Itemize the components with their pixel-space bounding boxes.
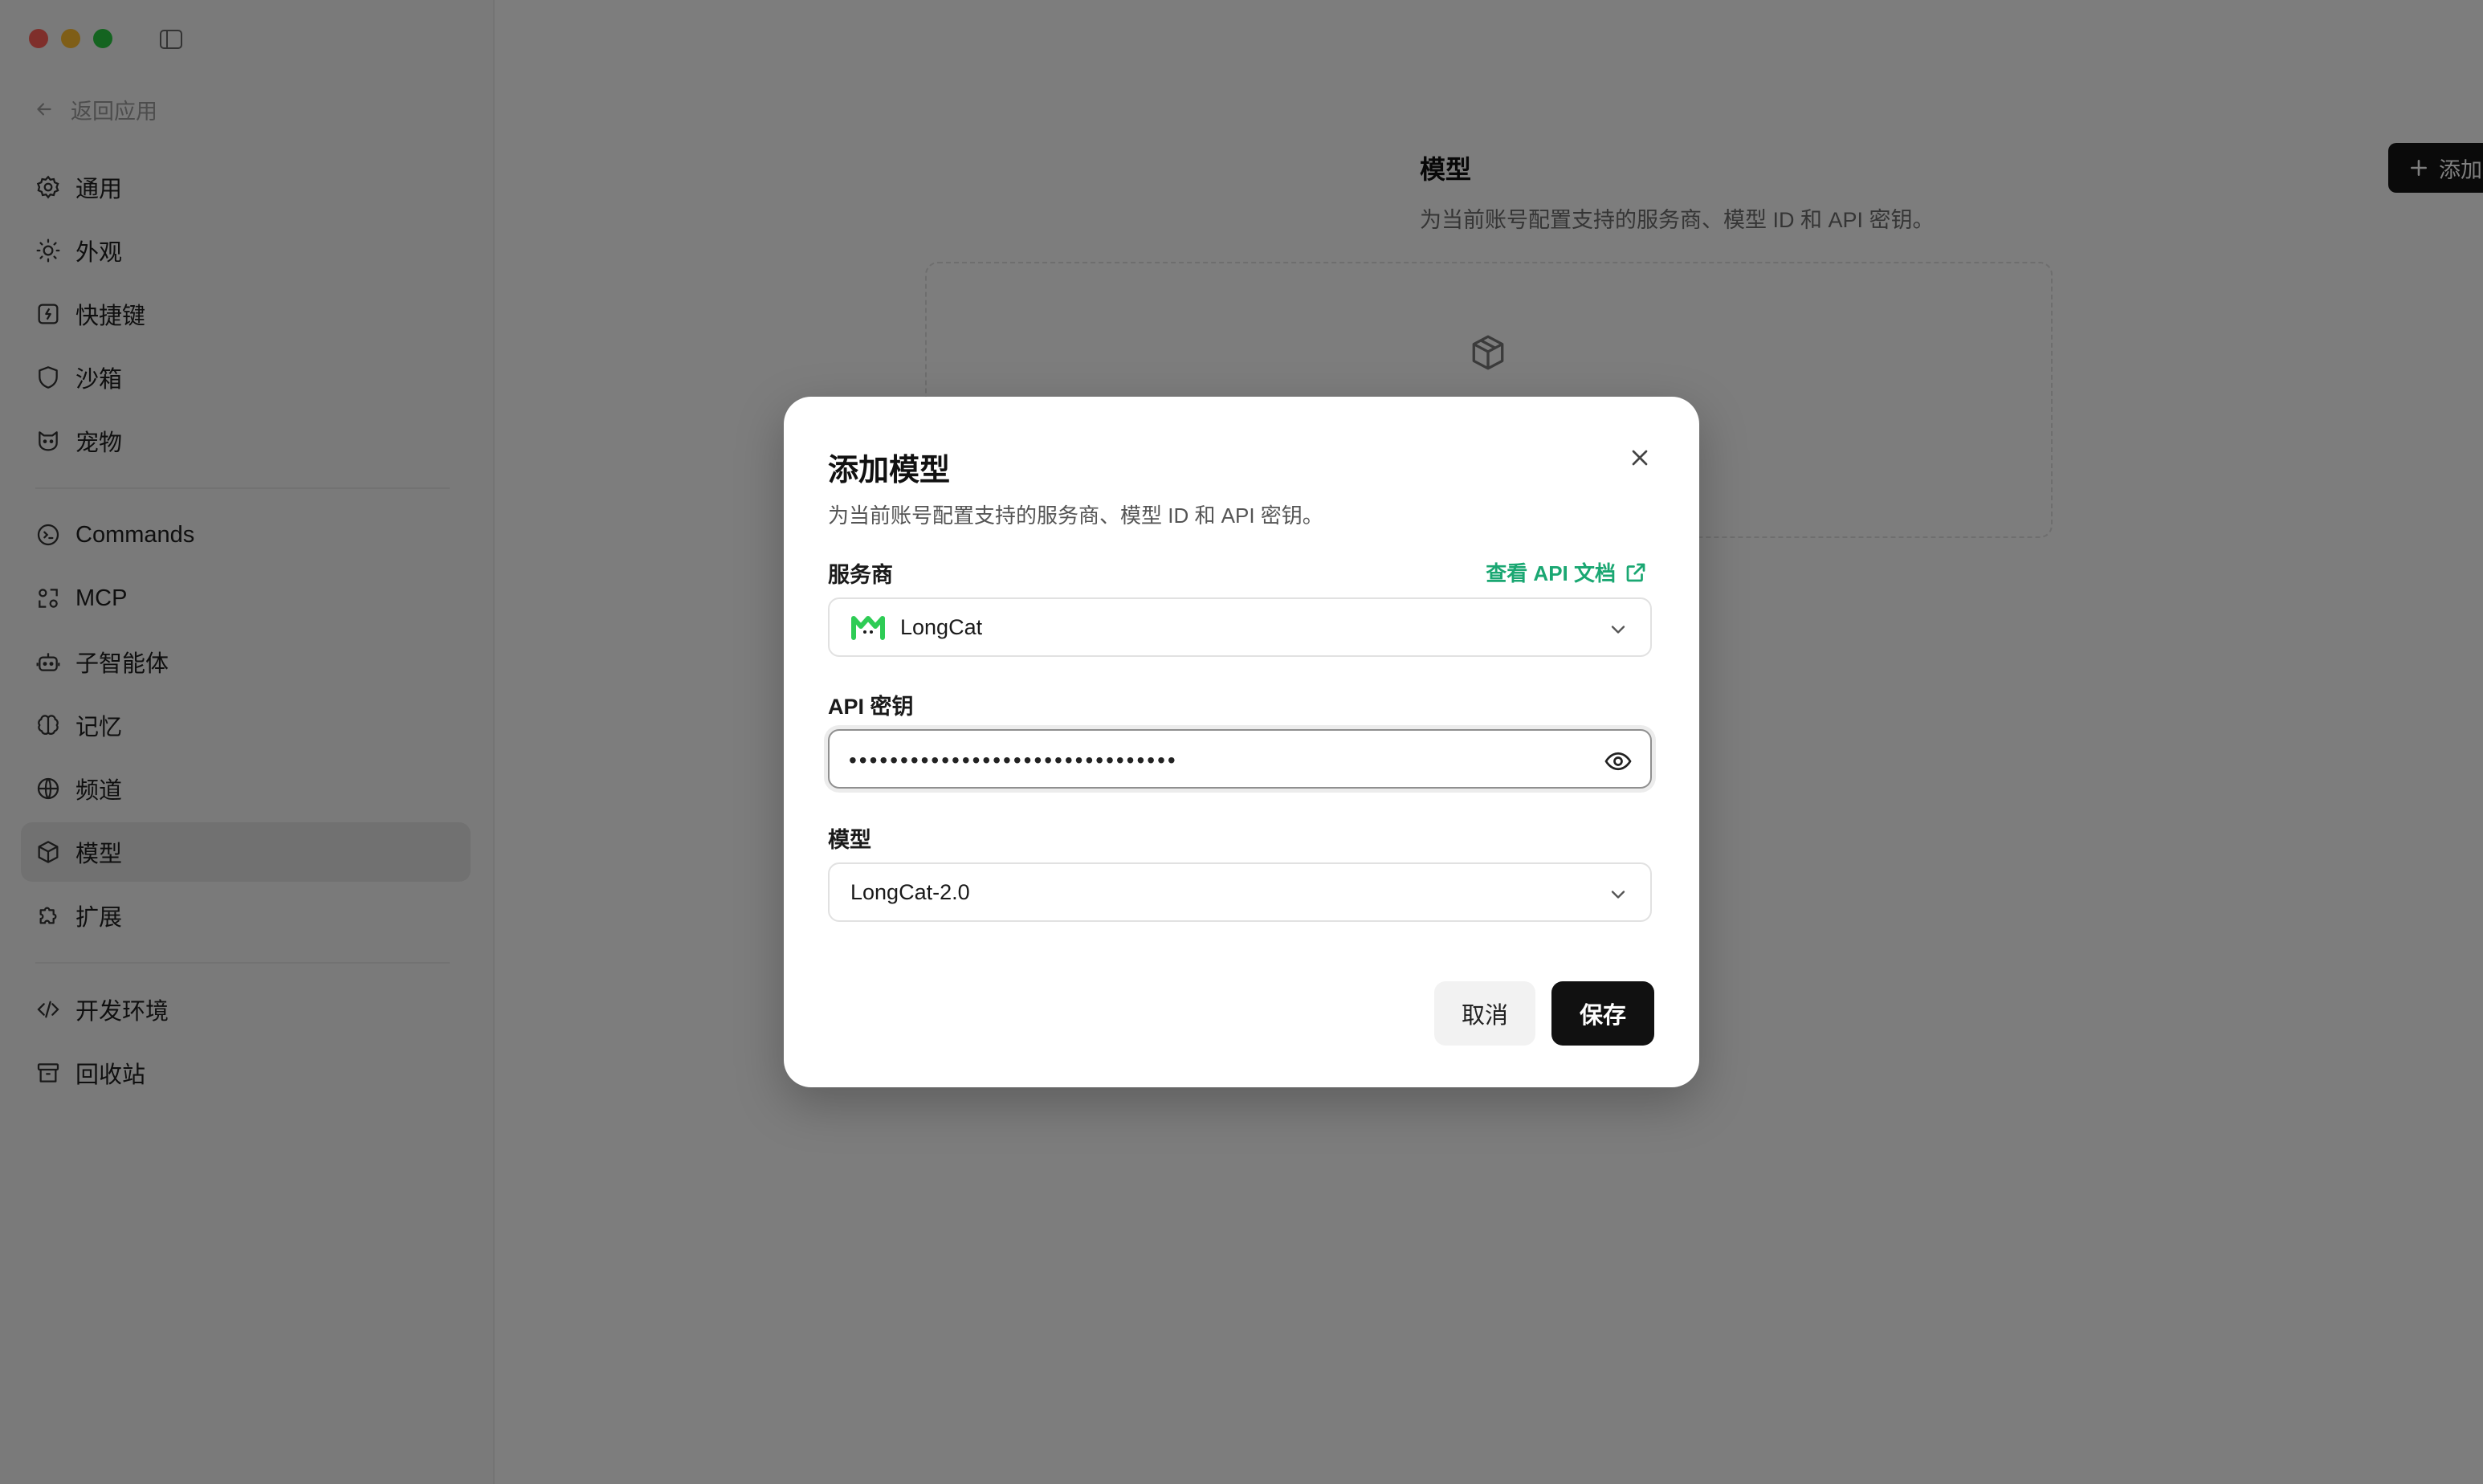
add-model-dialog: 添加模型 为当前账号配置支持的服务商、模型 ID 和 API 密钥。 服务商 查… bbox=[784, 397, 1699, 1087]
cancel-button[interactable]: 取消 bbox=[1434, 981, 1535, 1046]
provider-value: LongCat bbox=[900, 614, 983, 639]
api-key-label: API 密钥 bbox=[828, 695, 914, 719]
api-docs-link[interactable]: 查看 API 文档 bbox=[1486, 557, 1648, 587]
api-key-input[interactable]: •••••••••••••••••••••••••••••••• bbox=[828, 729, 1652, 789]
provider-select[interactable]: LongCat bbox=[828, 597, 1652, 657]
model-label: 模型 bbox=[828, 828, 871, 852]
provider-label: 服务商 bbox=[828, 563, 893, 587]
eye-icon[interactable] bbox=[1604, 747, 1633, 776]
dialog-title: 添加模型 bbox=[828, 454, 951, 487]
longcat-logo-icon bbox=[851, 616, 885, 640]
save-button[interactable]: 保存 bbox=[1551, 981, 1654, 1046]
model-select[interactable]: LongCat-2.0 bbox=[828, 862, 1652, 922]
close-icon[interactable] bbox=[1627, 445, 1653, 471]
dialog-description: 为当前账号配置支持的服务商、模型 ID 和 API 密钥。 bbox=[828, 503, 1323, 528]
app-window: 模型 为当前账号配置支持的服务商、模型 ID 和 API 密钥。 添加模型 返回… bbox=[0, 0, 2483, 1484]
model-value: LongCat-2.0 bbox=[850, 879, 970, 904]
api-docs-label: 查看 API 文档 bbox=[1486, 561, 1616, 585]
chevron-down-icon bbox=[1611, 891, 1625, 899]
chevron-down-icon bbox=[1611, 626, 1625, 634]
api-key-value: •••••••••••••••••••••••••••••••• bbox=[849, 748, 1178, 773]
external-link-icon bbox=[1626, 563, 1645, 581]
